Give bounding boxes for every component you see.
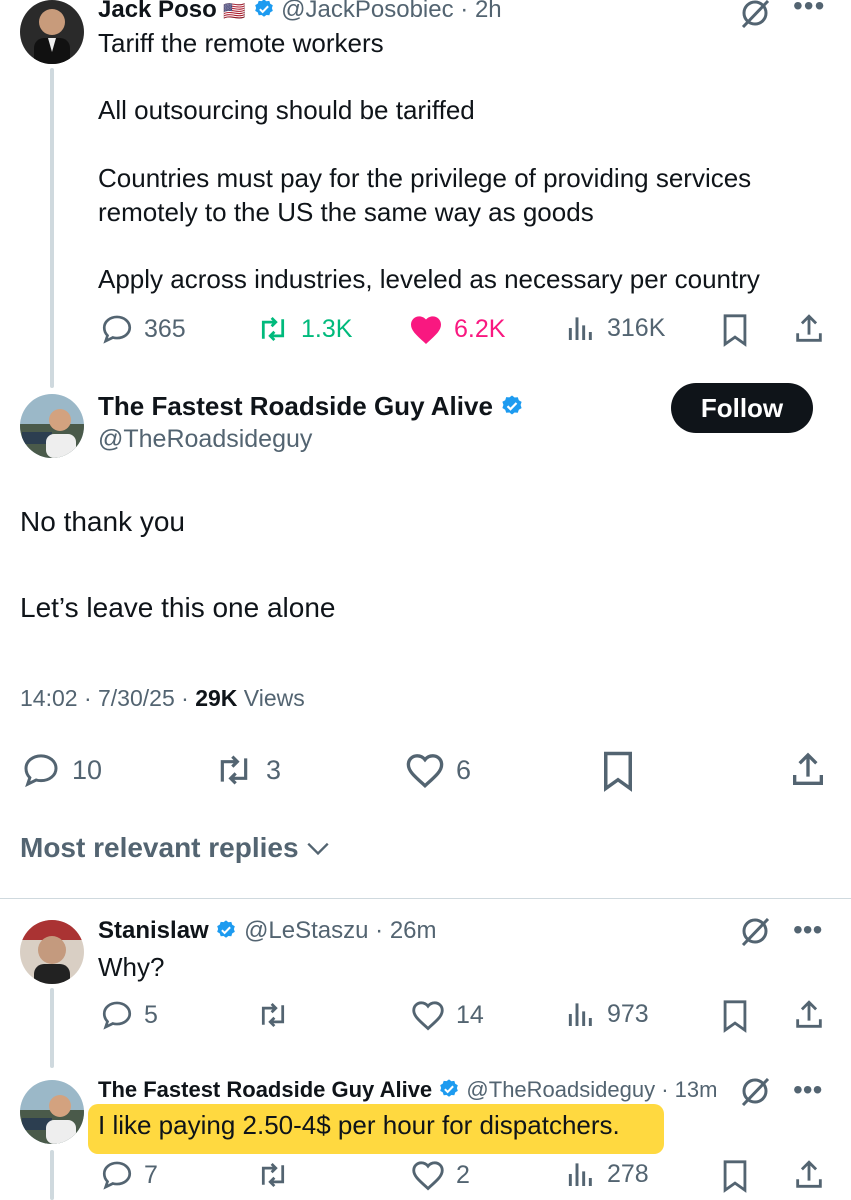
tweet-line: Let’s leave this one alone <box>20 592 336 623</box>
thread-line <box>50 1150 54 1200</box>
like-count: 14 <box>456 1000 484 1029</box>
timestamp[interactable]: 14:02 · 7/30/25 · <box>20 685 195 711</box>
views-label: Views <box>237 685 305 711</box>
like-button[interactable]: 14 <box>410 998 484 1032</box>
tweet-header: Jack Poso 🇺🇸 @JackPosobiec · 2h <box>98 0 502 24</box>
like-button[interactable]: 6.2K <box>408 312 505 346</box>
avatar[interactable] <box>20 1080 84 1144</box>
replies-sort-dropdown[interactable]: Most relevant replies <box>20 832 331 864</box>
flag-icon: 🇺🇸 <box>223 1 246 21</box>
reply-count: 5 <box>144 1000 158 1029</box>
bookmark-icon[interactable] <box>600 750 636 792</box>
follow-button[interactable]: Follow <box>671 383 813 433</box>
heart-icon <box>406 754 444 789</box>
reply-button[interactable]: 365 <box>100 312 186 346</box>
tweet-line: Apply across industries, leveled as nece… <box>98 264 760 294</box>
views-icon <box>568 1163 592 1186</box>
handle-time: @LeStaszu · 26m <box>244 917 437 944</box>
views-button[interactable]: 316K <box>565 312 665 344</box>
author-row: The Fastest Roadside Guy Alive <box>98 391 524 422</box>
verified-badge-icon <box>440 1079 459 1097</box>
heart-icon <box>412 1161 444 1191</box>
tweet-line: All outsourcing should be tariffed <box>98 95 475 125</box>
more-icon[interactable]: ••• <box>793 1074 822 1106</box>
reply-icon <box>24 754 58 788</box>
heart-icon <box>412 1001 444 1031</box>
views-count: 973 <box>607 999 649 1028</box>
more-icon[interactable]: ••• <box>793 0 825 22</box>
share-icon[interactable] <box>792 312 826 346</box>
reply-count: 10 <box>72 754 103 785</box>
replies-sort-label: Most relevant replies <box>20 832 299 863</box>
repost-button[interactable]: 1.3K <box>255 312 352 346</box>
views-icon <box>568 317 592 340</box>
thread-line <box>50 988 54 1068</box>
reply-button[interactable]: 5 <box>100 998 158 1032</box>
reply-icon <box>102 1001 132 1030</box>
reply-header: Stanislaw @LeStaszu · 26m <box>98 917 437 945</box>
grok-icon[interactable] <box>738 918 772 946</box>
more-icon[interactable]: ••• <box>793 914 822 946</box>
handle-time: @JackPosobiec · 2h <box>281 0 502 23</box>
reply-icon <box>102 315 132 344</box>
views-button[interactable]: 278 <box>565 1158 649 1190</box>
timestamp-views: 14:02 · 7/30/25 · 29K Views <box>20 685 305 712</box>
like-button[interactable]: 6 <box>404 750 471 790</box>
like-count: 6.2K <box>454 314 506 343</box>
views-button[interactable]: 973 <box>565 998 649 1030</box>
tweet-line: No thank you <box>20 506 185 537</box>
share-icon[interactable] <box>792 998 826 1032</box>
author-name[interactable]: Stanislaw <box>98 917 209 944</box>
views-count: 316K <box>607 313 666 342</box>
heart-filled-icon <box>411 316 441 344</box>
avatar[interactable] <box>20 0 84 64</box>
repost-icon <box>261 316 285 342</box>
verified-badge-icon <box>254 0 273 17</box>
handle-time: @TheRoadsideguy · 13m <box>466 1077 718 1102</box>
views-icon <box>568 1003 592 1026</box>
grok-icon[interactable] <box>738 1078 772 1106</box>
reply-count: 365 <box>144 314 186 343</box>
verified-badge-icon <box>502 395 522 415</box>
author-name[interactable]: The Fastest Roadside Guy Alive <box>98 1077 432 1102</box>
repost-count: 1.3K <box>301 314 353 343</box>
bookmark-icon[interactable] <box>720 313 750 347</box>
author-name[interactable]: Jack Poso <box>98 0 217 23</box>
views-count: 29K <box>195 685 238 711</box>
reply-button[interactable]: 7 <box>100 1158 158 1192</box>
verified-badge-icon <box>217 920 236 938</box>
tweet-line: Tariff the remote workers <box>98 28 384 58</box>
like-count: 2 <box>456 1160 470 1189</box>
reply-text: I like paying 2.50-4$ per hour for dispa… <box>98 1110 620 1140</box>
avatar[interactable] <box>20 920 84 984</box>
reply-text: Why? <box>98 952 165 982</box>
reply-count: 7 <box>144 1160 158 1189</box>
like-count: 6 <box>456 754 472 785</box>
repost-count: 3 <box>266 754 282 785</box>
chevron-down-icon <box>306 842 329 856</box>
divider <box>0 898 851 899</box>
bookmark-icon[interactable] <box>720 1159 750 1193</box>
views-count: 278 <box>607 1159 649 1188</box>
tweet-line: Countries must pay for the privilege of … <box>98 163 752 193</box>
reply-header: The Fastest Roadside Guy Alive @TheRoads… <box>98 1077 717 1103</box>
author-name[interactable]: The Fastest Roadside Guy Alive <box>98 391 493 421</box>
bookmark-icon[interactable] <box>720 999 750 1033</box>
repost-button[interactable]: 3 <box>212 750 281 790</box>
tweet-line: remotely to the US the same way as goods <box>98 197 594 227</box>
like-button[interactable]: 2 <box>410 1158 470 1192</box>
author-handle[interactable]: @TheRoadsideguy <box>98 425 312 454</box>
reply-button[interactable]: 10 <box>20 750 102 790</box>
avatar[interactable] <box>20 394 84 458</box>
repost-icon <box>220 755 248 785</box>
thread-line <box>50 68 54 388</box>
repost-icon[interactable] <box>255 998 291 1032</box>
share-icon[interactable] <box>788 750 828 790</box>
grok-icon[interactable] <box>738 0 772 28</box>
repost-icon[interactable] <box>255 1158 291 1192</box>
reply-icon <box>102 1161 132 1190</box>
share-icon[interactable] <box>792 1158 826 1192</box>
